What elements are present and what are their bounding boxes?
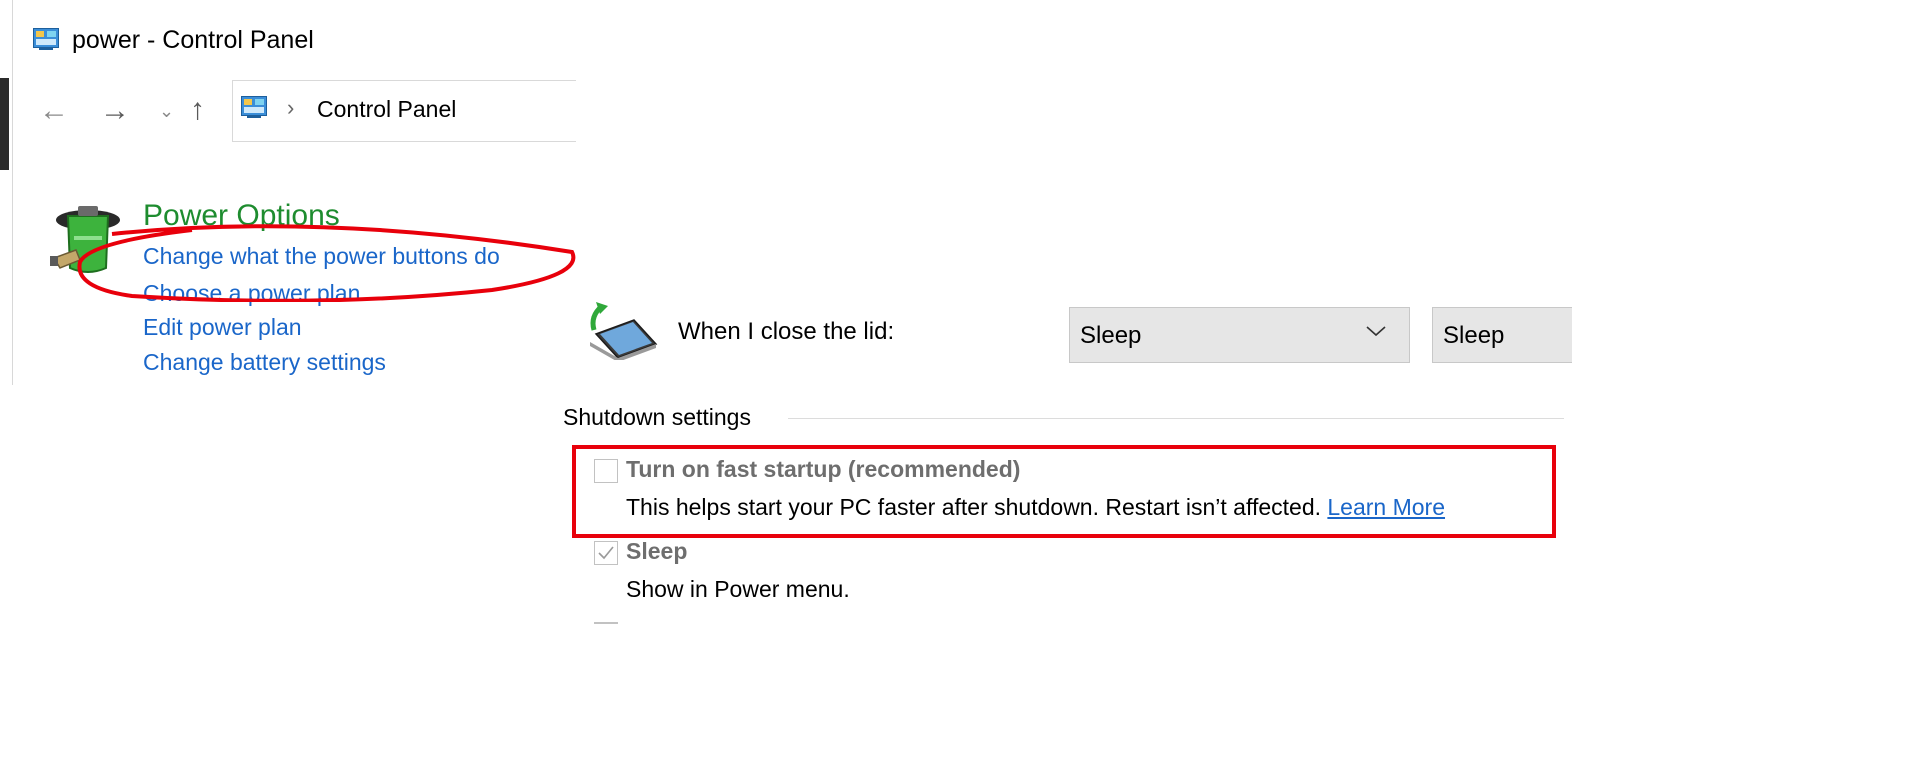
fast-startup-description: This helps start your PC faster after sh… <box>626 494 1445 521</box>
window-edge-shadow <box>0 78 9 170</box>
next-checkbox-edge <box>594 622 618 624</box>
breadcrumb-separator: › <box>287 95 295 120</box>
change-battery-settings-link[interactable]: Change battery settings <box>143 349 386 376</box>
up-button[interactable]: ↑ <box>190 95 205 125</box>
fast-startup-checkbox[interactable] <box>594 459 618 483</box>
window-left-edge <box>0 0 13 385</box>
section-divider <box>788 418 1564 419</box>
shutdown-settings-heading: Shutdown settings <box>563 404 751 430</box>
window-title: power - Control Panel <box>72 26 314 54</box>
sleep-checkbox[interactable] <box>594 541 618 565</box>
recent-locations-dropdown[interactable]: ⌄ <box>159 101 174 122</box>
back-button[interactable]: ← <box>39 96 69 126</box>
control-panel-icon <box>33 28 59 50</box>
forward-button[interactable]: → <box>100 96 130 126</box>
fast-startup-label: Turn on fast startup (recommended) <box>626 456 1021 482</box>
fast-startup-description-text: This helps start your PC faster after sh… <box>626 494 1321 520</box>
checkmark-icon <box>598 546 614 560</box>
control-panel-icon <box>241 96 267 118</box>
sleep-description: Show in Power menu. <box>626 576 850 602</box>
lid-close-label: When I close the lid: <box>678 318 895 345</box>
address-bar[interactable]: › Control Panel <box>232 80 576 142</box>
lid-plugged-in-value: Sleep <box>1443 322 1505 349</box>
laptop-lid-icon <box>590 302 658 360</box>
lid-on-battery-select[interactable]: Sleep <box>1069 307 1410 363</box>
lid-plugged-in-select[interactable]: Sleep <box>1432 307 1572 363</box>
lid-on-battery-value: Sleep <box>1080 322 1142 349</box>
edit-power-plan-link[interactable]: Edit power plan <box>143 314 302 341</box>
chevron-down-icon <box>1366 326 1386 337</box>
learn-more-link[interactable]: Learn More <box>1327 494 1445 520</box>
control-panel-window: power - Control Panel ← → ⌄ ↑ › Control … <box>0 0 576 385</box>
highlight-ellipse <box>77 224 576 302</box>
breadcrumb-control-panel[interactable]: Control Panel <box>317 96 456 123</box>
sleep-label: Sleep <box>626 538 688 564</box>
